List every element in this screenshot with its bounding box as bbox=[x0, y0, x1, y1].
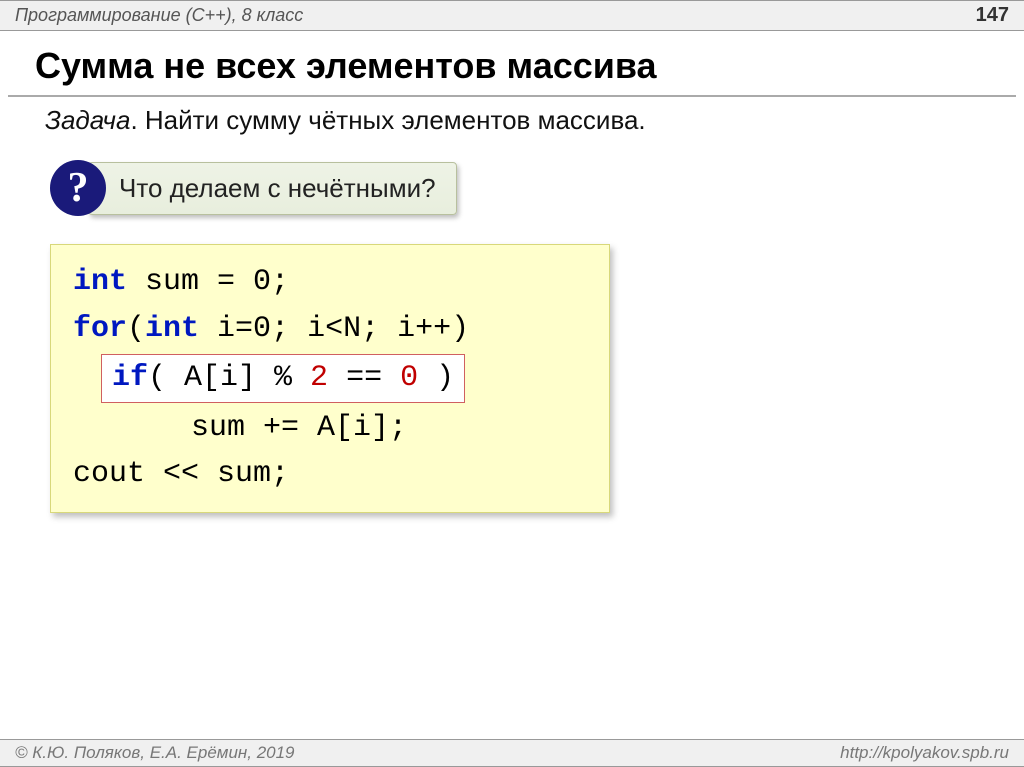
page-number: 147 bbox=[976, 4, 1009, 27]
task-label: Задача bbox=[45, 105, 130, 135]
slide-title: Сумма не всех элементов массива bbox=[0, 31, 1024, 95]
code-line-4: sum += A[i]; bbox=[73, 405, 591, 452]
highlighted-condition: if( A[i] % 2 == 0 ) bbox=[101, 354, 465, 403]
hint-box: Что делаем с нечётными? bbox=[88, 162, 457, 215]
footer-right: http://kpolyakov.spb.ru bbox=[840, 743, 1009, 763]
code-line-1: int sum = 0; bbox=[73, 259, 591, 306]
hint-row: ? Что делаем с нечётными? bbox=[50, 160, 1024, 216]
code-line-5: cout << sum; bbox=[73, 451, 591, 498]
code-block: int sum = 0; for(int i=0; i<N; i++) if( … bbox=[50, 244, 610, 513]
header-left: Программирование (C++), 8 класс bbox=[15, 5, 303, 26]
code-line-2: for(int i=0; i<N; i++) bbox=[73, 306, 591, 353]
footer-left: © К.Ю. Поляков, Е.А. Ерёмин, 2019 bbox=[15, 743, 295, 763]
slide-header: Программирование (C++), 8 класс 147 bbox=[0, 0, 1024, 31]
task-line: Задача. Найти сумму чётных элементов мас… bbox=[0, 97, 1024, 144]
slide-footer: © К.Ю. Поляков, Е.А. Ерёмин, 2019 http:/… bbox=[0, 739, 1024, 767]
question-icon: ? bbox=[50, 160, 106, 216]
task-text: . Найти сумму чётных элементов массива. bbox=[130, 105, 645, 135]
